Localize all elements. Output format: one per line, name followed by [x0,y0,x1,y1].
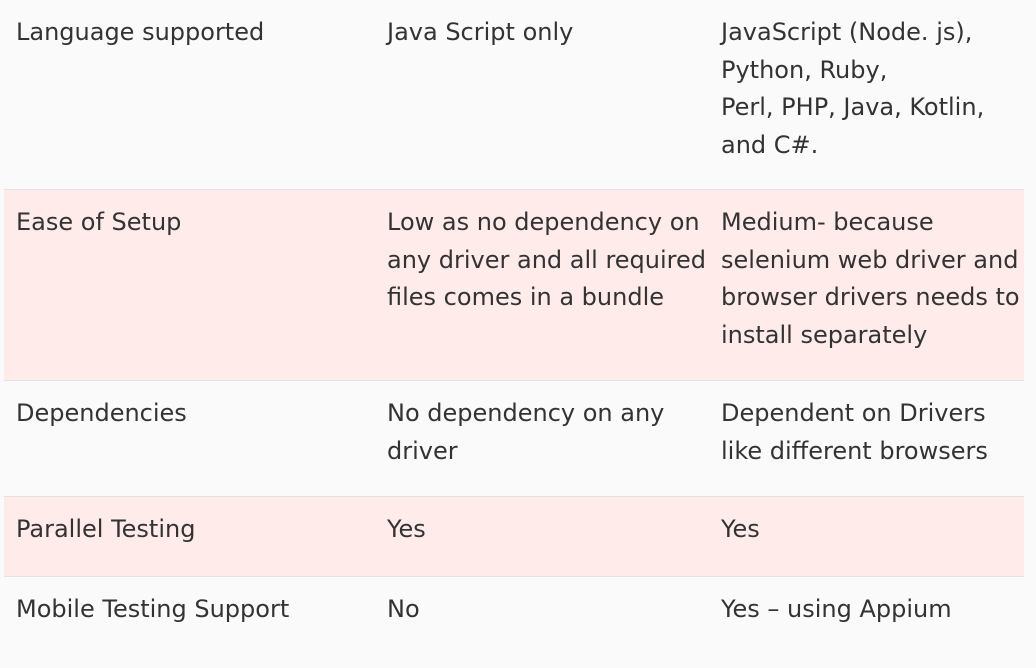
table-row-ease-of-setup: Ease of Setup Low as no dependency on an… [4,190,1024,381]
value-cell: JavaScript (Node. js), Python, Ruby, Per… [721,18,985,159]
value-cell: No [387,595,420,623]
feature-cell: Mobile Testing Support [16,595,290,623]
feature-cell: Dependencies [16,399,187,427]
value-cell: Java Script only [387,18,574,46]
table-row-parallel-testing: Parallel Testing Yes Yes [4,497,1024,577]
value-cell: No dependency on any driver [387,399,665,465]
value-cell: Medium- because selenium web driver and … [721,208,1020,349]
table-row-language-supported: Language supported Java Script only Java… [4,0,1024,190]
comparison-table: Language supported Java Script only Java… [4,0,1024,668]
feature-cell: Parallel Testing [16,515,196,543]
feature-cell: Ease of Setup [16,208,182,236]
value-cell: Yes [721,515,760,543]
value-cell: Low as no dependency on any driver and a… [387,208,706,311]
table-row-mobile-testing-support: Mobile Testing Support No Yes – using Ap… [4,577,1024,668]
table-row-dependencies: Dependencies No dependency on any driver… [4,381,1024,497]
feature-cell: Language supported [16,18,265,46]
value-cell: Yes [387,515,426,543]
value-cell: Dependent on Drivers like different brow… [721,399,988,465]
value-cell: Yes – using Appium [721,595,952,623]
